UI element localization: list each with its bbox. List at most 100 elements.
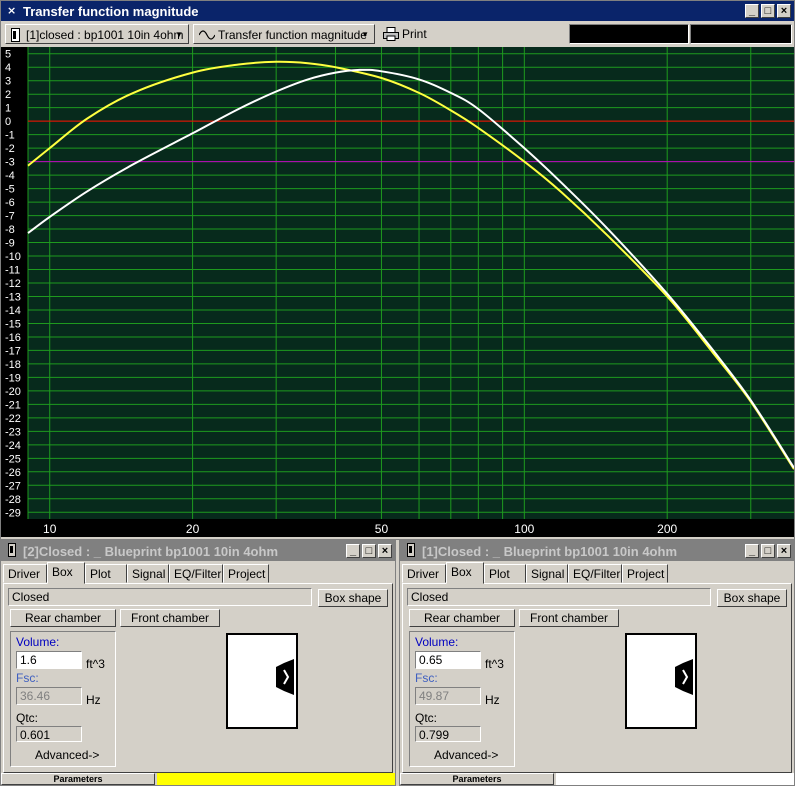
tab-eqfilter[interactable]: EQ/Filter: [568, 564, 622, 583]
y-tick-label: 3: [5, 76, 11, 88]
minimize-button[interactable]: _: [346, 544, 360, 558]
front-chamber-button[interactable]: Front chamber: [519, 609, 619, 627]
curve-select[interactable]: Transfer function magnitude ▼: [193, 24, 375, 44]
y-tick-label: -2: [5, 143, 15, 155]
speaker-icon[interactable]: [405, 543, 417, 557]
status-box-1: [569, 24, 689, 44]
maximize-button[interactable]: □: [761, 544, 775, 558]
fsc-field: 49.87: [415, 687, 481, 705]
tab-plot[interactable]: Plot: [85, 564, 127, 583]
volume-unit: ft^3: [86, 657, 105, 671]
transfer-function-window: × Transfer function magnitude _ □ × [1]clo…: [0, 0, 795, 540]
x-tick-label: 200: [657, 522, 677, 536]
panel-titlebar[interactable]: [2]Closed : _ Blueprint bp1001 10in 4ohm…: [1, 541, 395, 561]
y-tick-label: -21: [5, 399, 21, 411]
tab-signal[interactable]: Signal: [127, 564, 169, 583]
x-tick-label: 10: [43, 522, 57, 536]
tab-driver[interactable]: Driver: [402, 564, 446, 583]
y-tick-label: -6: [5, 197, 15, 209]
status-parameters-label: Parameters: [400, 773, 554, 785]
chevron-down-icon: ▼: [175, 30, 183, 39]
speaker-icon[interactable]: [6, 543, 18, 557]
tab-plot[interactable]: Plot: [484, 564, 526, 583]
minimize-button[interactable]: _: [745, 4, 759, 18]
box-parameters-window-1: [2]Closed : _ Blueprint bp1001 10in 4ohm…: [0, 540, 396, 786]
fsc-field: 36.46: [16, 687, 82, 705]
box-parameters-window-2: [1]Closed : _ Blueprint bp1001 10in 4ohm…: [399, 540, 795, 786]
y-tick-label: -10: [5, 251, 21, 263]
sine-wave-icon: [199, 30, 215, 40]
tab-strip: Driver Box Plot Signal EQ/Filter Project: [3, 562, 393, 584]
transfer-function-chart[interactable]: 543210-1-2-3-4-5-6-7-8-9-10-11-12-13-14-…: [1, 47, 794, 537]
volume-unit: ft^3: [485, 657, 504, 671]
y-tick-label: 5: [5, 49, 11, 61]
tab-driver[interactable]: Driver: [3, 564, 47, 583]
y-tick-label: -26: [5, 467, 21, 479]
project-select-label: [1]closed : bp1001 10in 4ohm: [26, 28, 184, 42]
main-toolbar: [1]closed : bp1001 10in 4ohm ▼ Transfer …: [1, 21, 794, 47]
tab-signal[interactable]: Signal: [526, 564, 568, 583]
box-shape-button[interactable]: Box shape: [318, 589, 388, 607]
y-tick-label: -15: [5, 318, 21, 330]
y-tick-label: -16: [5, 332, 21, 344]
main-titlebar[interactable]: × Transfer function magnitude _ □ ×: [1, 1, 794, 21]
print-label: Print: [402, 27, 427, 41]
close-button[interactable]: ×: [378, 544, 392, 558]
panel-title: [1]Closed : _ Blueprint bp1001 10in 4ohm: [422, 544, 677, 559]
enclosure-diagram: [226, 633, 298, 729]
tab-project[interactable]: Project: [223, 564, 269, 583]
volume-label: Volume:: [16, 635, 60, 649]
advanced-button[interactable]: Advanced->: [35, 748, 99, 762]
volume-input[interactable]: 0.65: [415, 651, 481, 669]
y-tick-label: -22: [5, 413, 21, 425]
status-bar: Parameters: [400, 773, 794, 785]
y-tick-label: -29: [5, 507, 21, 519]
print-button[interactable]: Print: [383, 24, 433, 44]
y-tick-label: -19: [5, 372, 21, 384]
box-type-field: Closed: [407, 588, 711, 606]
close-button[interactable]: ×: [777, 4, 791, 18]
y-tick-label: -12: [5, 278, 21, 290]
parameters-group: Volume: 0.65 ft^3 Fsc: 49.87 Hz Qtc: 0.7…: [409, 631, 515, 767]
box-type-field: Closed: [8, 588, 312, 606]
curve-select-label: Transfer function magnitude: [218, 28, 367, 42]
curve-color-swatch: [157, 773, 395, 785]
y-tick-label: -24: [5, 440, 21, 452]
main-window-title: Transfer function magnitude: [23, 4, 199, 19]
y-tick-label: -23: [5, 426, 21, 438]
y-tick-label: 0: [5, 116, 11, 128]
fsc-unit: Hz: [86, 693, 101, 707]
y-tick-label: -7: [5, 211, 15, 223]
fsc-unit: Hz: [485, 693, 500, 707]
enclosure-diagram: [625, 633, 697, 729]
y-tick-label: -17: [5, 345, 21, 357]
y-tick-label: -27: [5, 480, 21, 492]
box-shape-button[interactable]: Box shape: [717, 589, 787, 607]
volume-label: Volume:: [415, 635, 459, 649]
panel-titlebar[interactable]: [1]Closed : _ Blueprint bp1001 10in 4ohm…: [400, 541, 794, 561]
rear-chamber-button[interactable]: Rear chamber: [10, 609, 116, 627]
speaker-icon: [11, 28, 20, 42]
window-menu-icon[interactable]: ×: [6, 3, 18, 17]
minimize-button[interactable]: _: [745, 544, 759, 558]
tab-box[interactable]: Box: [47, 562, 85, 584]
y-tick-label: -25: [5, 453, 21, 465]
front-chamber-button[interactable]: Front chamber: [120, 609, 220, 627]
maximize-button[interactable]: □: [362, 544, 376, 558]
tab-box[interactable]: Box: [446, 562, 484, 584]
y-tick-label: -4: [5, 170, 15, 182]
parameters-group: Volume: 1.6 ft^3 Fsc: 36.46 Hz Qtc: 0.60…: [10, 631, 116, 767]
volume-input[interactable]: 1.6: [16, 651, 82, 669]
x-tick-label: 100: [514, 522, 534, 536]
y-tick-label: -8: [5, 224, 15, 236]
tab-eqfilter[interactable]: EQ/Filter: [169, 564, 223, 583]
y-tick-label: 4: [5, 62, 11, 74]
tab-project[interactable]: Project: [622, 564, 668, 583]
close-button[interactable]: ×: [777, 544, 791, 558]
tab-content: Closed Box shape Rear chamber Front cham…: [402, 583, 792, 773]
fsc-label: Fsc:: [16, 671, 39, 685]
project-select[interactable]: [1]closed : bp1001 10in 4ohm ▼: [5, 24, 189, 44]
advanced-button[interactable]: Advanced->: [434, 748, 498, 762]
maximize-button[interactable]: □: [761, 4, 775, 18]
rear-chamber-button[interactable]: Rear chamber: [409, 609, 515, 627]
